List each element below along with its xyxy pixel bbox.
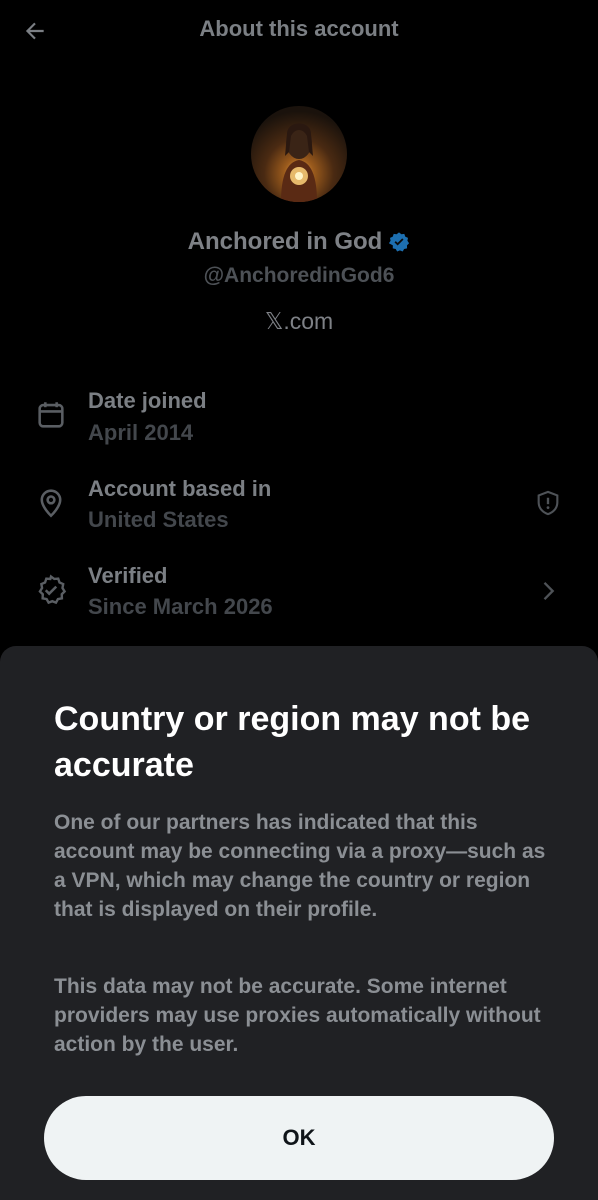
avatar[interactable] — [251, 106, 347, 202]
top-bar: About this account — [0, 0, 598, 64]
verified-label: Verified — [88, 563, 168, 588]
sheet-paragraph-accuracy: This data may not be accurate. Some inte… — [54, 975, 541, 1056]
account-based-in-row: Account based in United States — [0, 474, 598, 544]
calendar-icon — [38, 402, 64, 428]
shield-alert-icon[interactable] — [534, 489, 562, 517]
display-name-row: Anchored in God — [0, 228, 598, 256]
verified-row[interactable]: Verified Since March 2026 — [0, 561, 598, 631]
date-joined-label: Date joined — [88, 388, 207, 413]
ok-button[interactable]: OK — [44, 1096, 554, 1180]
verified-value: Since March 2026 — [88, 594, 273, 619]
account-source: 𝕏.com — [264, 308, 334, 334]
account-based-in-value: United States — [88, 507, 229, 532]
location-pin-icon — [40, 489, 62, 518]
chevron-right-icon — [543, 582, 555, 600]
verified-check-icon — [38, 574, 67, 605]
sheet-paragraph-proxy: One of our partners has indicated that t… — [54, 811, 546, 921]
sheet-title: Country or region may not be accurate — [54, 700, 531, 784]
account-based-in-label: Account based in — [88, 476, 272, 501]
date-joined-value: April 2014 — [88, 420, 194, 445]
screen: About this account Anchored in God @Anch… — [0, 0, 598, 1200]
avatar-image — [281, 123, 317, 202]
proxy-warning-sheet: Country or region may not be accurate On… — [0, 646, 598, 1200]
verified-badge-icon — [388, 231, 410, 253]
display-name: Anchored in God — [187, 228, 383, 255]
account-handle: @AnchoredinGod6 — [203, 264, 395, 287]
date-joined-row: Date joined April 2014 — [0, 386, 598, 456]
page-title: About this account — [199, 16, 399, 41]
